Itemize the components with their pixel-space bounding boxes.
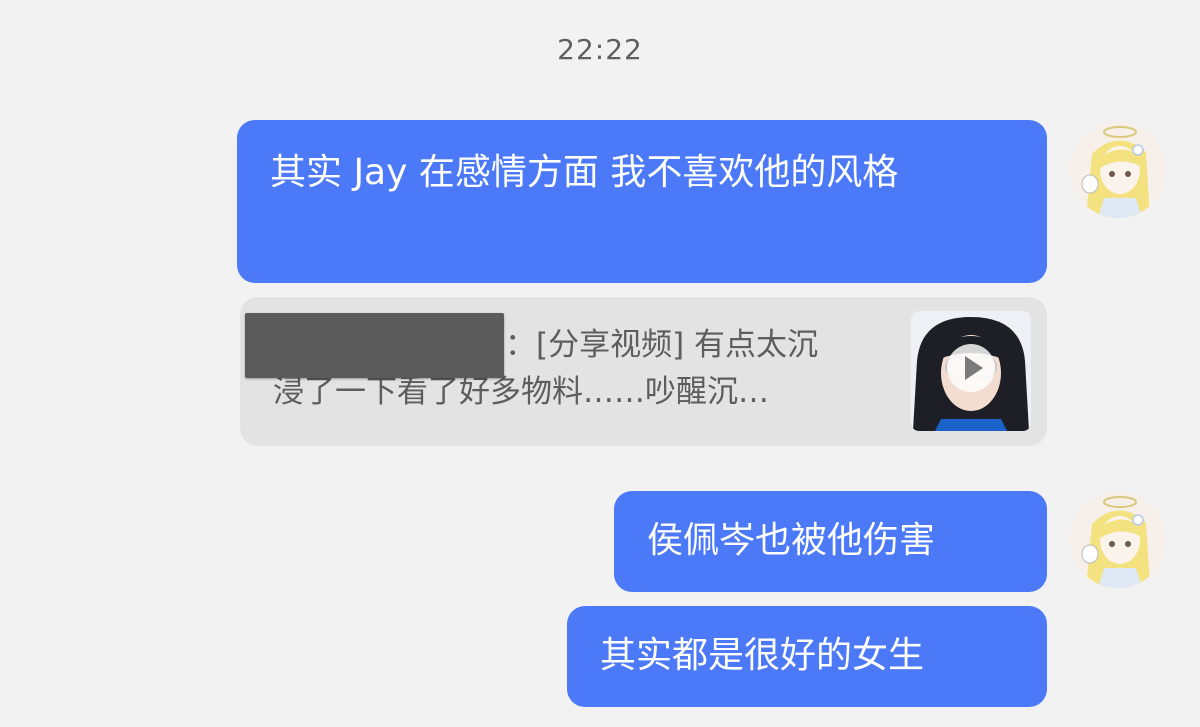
user-avatar[interactable] <box>1070 122 1166 218</box>
sent-message-bubble[interactable]: 侯佩岑也被他伤害 <box>614 491 1047 592</box>
chat-view: 22:22 其实 Jay 在感情方面 我不喜欢他的风格 ：[分享视频] 有点太沉… <box>0 0 1200 727</box>
message-timestamp: 22:22 <box>557 33 643 66</box>
redaction-box <box>245 313 504 378</box>
sent-message-bubble[interactable]: 其实都是很好的女生 <box>567 606 1047 707</box>
avatar-illustration-icon <box>1070 122 1166 218</box>
play-icon[interactable] <box>947 344 995 392</box>
video-thumbnail[interactable] <box>911 311 1031 431</box>
sent-message-bubble[interactable]: 其实 Jay 在感情方面 我不喜欢他的风格 <box>237 120 1047 283</box>
avatar-illustration-icon <box>1070 492 1166 588</box>
user-avatar[interactable] <box>1070 492 1166 588</box>
